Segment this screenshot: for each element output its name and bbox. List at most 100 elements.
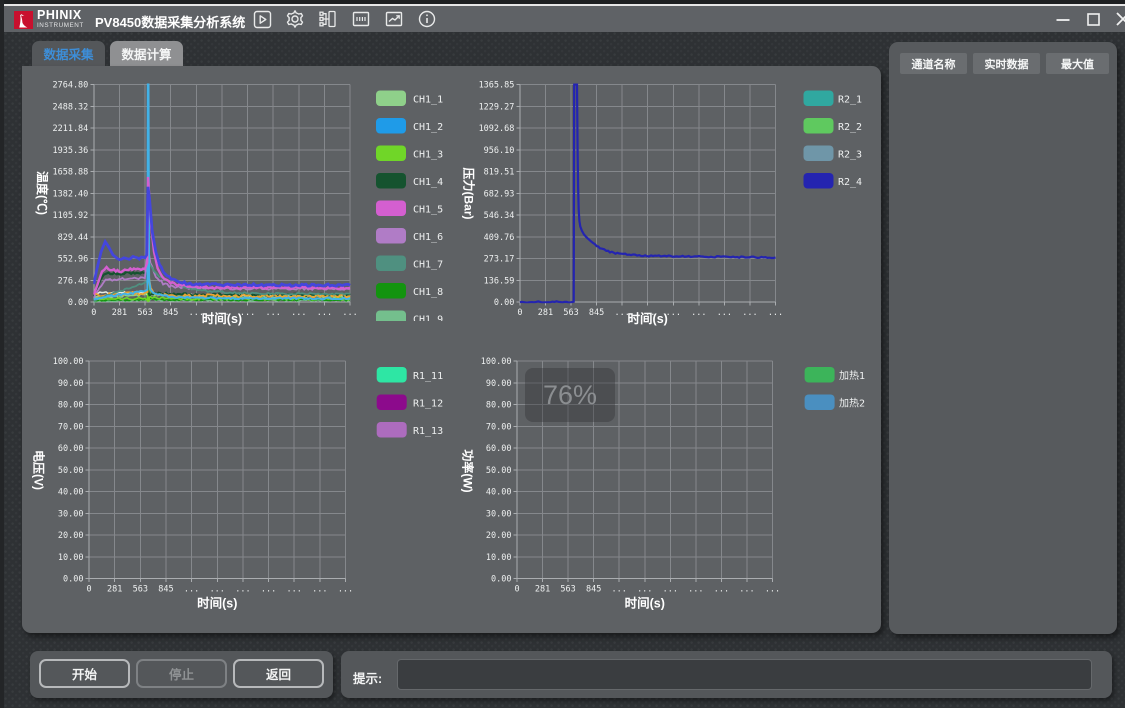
svg-text:40.00: 40.00 <box>58 488 84 498</box>
svg-text:70.00: 70.00 <box>58 422 84 432</box>
svg-text:281: 281 <box>112 308 127 318</box>
svg-text:281: 281 <box>535 585 550 595</box>
svg-text:60.00: 60.00 <box>58 444 84 454</box>
run-icon[interactable] <box>252 9 272 29</box>
svg-text:温度(℃): 温度(℃) <box>35 171 50 215</box>
hint-input[interactable] <box>397 659 1092 690</box>
svg-text:50.00: 50.00 <box>486 466 512 476</box>
svg-text:...: ... <box>184 585 199 595</box>
svg-text:1382.40: 1382.40 <box>52 189 88 199</box>
svg-text:0: 0 <box>517 308 522 318</box>
data-table-header: 通道名称 实时数据 最大值 <box>900 53 1109 74</box>
brand-sub: INSTRUMENT <box>37 23 84 29</box>
svg-text:1658.88: 1658.88 <box>52 168 88 178</box>
svg-text:...: ... <box>287 585 302 595</box>
svg-text:...: ... <box>717 308 732 318</box>
svg-text:加热2: 加热2 <box>839 397 865 410</box>
svg-text:...: ... <box>691 308 706 318</box>
app-window: { "window": { "brand": { "name": "PHINIX… <box>0 0 1125 708</box>
svg-text:2211.84: 2211.84 <box>52 124 88 134</box>
svg-text:CH1_8: CH1_8 <box>413 287 443 298</box>
svg-text:...: ... <box>266 308 281 318</box>
svg-text:2488.32: 2488.32 <box>52 102 88 112</box>
svg-text:时间(s): 时间(s) <box>202 311 242 326</box>
svg-text:...: ... <box>210 585 225 595</box>
svg-text:80.00: 80.00 <box>486 401 512 411</box>
chart-voltage: 0.0010.0020.0030.0040.0050.0060.0070.008… <box>23 334 455 633</box>
svg-text:R1_11: R1_11 <box>413 371 443 382</box>
svg-text:...: ... <box>291 308 306 318</box>
brand-name: PHINIX <box>37 9 84 22</box>
realtime-data-button[interactable]: 实时数据 <box>973 53 1040 74</box>
tab-data-calculation[interactable]: 数据计算 <box>110 41 183 66</box>
svg-text:80.00: 80.00 <box>58 401 84 411</box>
terminal-block-icon[interactable] <box>351 9 371 29</box>
svg-text:...: ... <box>342 308 357 318</box>
svg-text:...: ... <box>612 585 627 595</box>
svg-text:60.00: 60.00 <box>486 444 512 454</box>
svg-text:时间(s): 时间(s) <box>625 596 665 611</box>
return-button[interactable]: 返回 <box>233 659 324 688</box>
window-title: PV8450数据采集分析系统 <box>95 12 245 31</box>
tab-label: 数据计算 <box>121 44 171 63</box>
control-button-group: 开始 停止 返回 <box>30 651 333 698</box>
svg-text:加热1: 加热1 <box>839 369 865 382</box>
svg-text:压力(Bar): 压力(Bar) <box>462 167 477 219</box>
device-channels-icon[interactable] <box>318 9 338 29</box>
svg-text:956.10: 956.10 <box>484 146 515 156</box>
stop-button[interactable]: 停止 <box>136 659 227 688</box>
svg-text:...: ... <box>739 585 754 595</box>
svg-text:...: ... <box>317 308 332 318</box>
chart-power: 0.0010.0020.0030.0040.0050.0060.0070.008… <box>455 334 881 633</box>
svg-text:...: ... <box>312 585 327 595</box>
svg-text:R2_4: R2_4 <box>838 177 862 188</box>
channel-name-button[interactable]: 通道名称 <box>900 53 967 74</box>
svg-text:CH1_7: CH1_7 <box>413 260 443 271</box>
svg-text:...: ... <box>714 585 729 595</box>
max-value-button[interactable]: 最大值 <box>1046 53 1109 74</box>
info-icon[interactable] <box>417 9 437 29</box>
svg-text:50.00: 50.00 <box>58 466 84 476</box>
svg-text:2764.80: 2764.80 <box>52 81 88 91</box>
svg-text:CH1_6: CH1_6 <box>413 232 443 243</box>
chart-temperature: 0.00276.48552.96829.441105.921382.401658… <box>23 66 455 338</box>
tab-label: 数据采集 <box>43 44 93 63</box>
hint-label: 提示: <box>353 668 382 687</box>
svg-text:...: ... <box>240 308 255 318</box>
svg-text:563: 563 <box>560 585 575 595</box>
svg-text:136.59: 136.59 <box>484 276 515 286</box>
svg-text:...: ... <box>666 308 681 318</box>
maximize-button[interactable] <box>1078 6 1108 32</box>
window-controls <box>1048 6 1125 32</box>
svg-text:...: ... <box>765 585 780 595</box>
phinix-logo <box>14 11 33 29</box>
svg-text:1365.85: 1365.85 <box>479 81 515 91</box>
svg-text:845: 845 <box>586 585 601 595</box>
minimize-button[interactable] <box>1048 6 1078 32</box>
svg-text:682.93: 682.93 <box>484 189 515 199</box>
svg-text:时间(s): 时间(s) <box>197 596 237 611</box>
svg-text:...: ... <box>235 585 250 595</box>
svg-text:...: ... <box>742 308 757 318</box>
trend-chart-icon[interactable] <box>384 9 404 29</box>
svg-text:845: 845 <box>163 308 178 318</box>
svg-text:845: 845 <box>589 308 604 318</box>
svg-text:R2_1: R2_1 <box>838 95 862 106</box>
svg-text:20.00: 20.00 <box>486 531 512 541</box>
svg-text:电压(V): 电压(V) <box>32 450 47 490</box>
svg-text:...: ... <box>663 585 678 595</box>
svg-text:829.44: 829.44 <box>58 233 89 243</box>
svg-text:546.34: 546.34 <box>484 211 515 221</box>
svg-text:20.00: 20.00 <box>58 531 84 541</box>
svg-text:R1_12: R1_12 <box>413 399 443 410</box>
tab-data-acquisition[interactable]: 数据采集 <box>32 41 105 66</box>
svg-text:...: ... <box>338 585 353 595</box>
start-button[interactable]: 开始 <box>39 659 130 688</box>
settings-gear-icon[interactable] <box>285 9 305 29</box>
close-button[interactable] <box>1108 6 1125 32</box>
svg-text:时间(s): 时间(s) <box>628 311 668 326</box>
svg-text:563: 563 <box>133 585 148 595</box>
svg-text:...: ... <box>637 585 652 595</box>
svg-text:CH1_4: CH1_4 <box>413 177 443 188</box>
svg-text:10.00: 10.00 <box>486 553 512 563</box>
